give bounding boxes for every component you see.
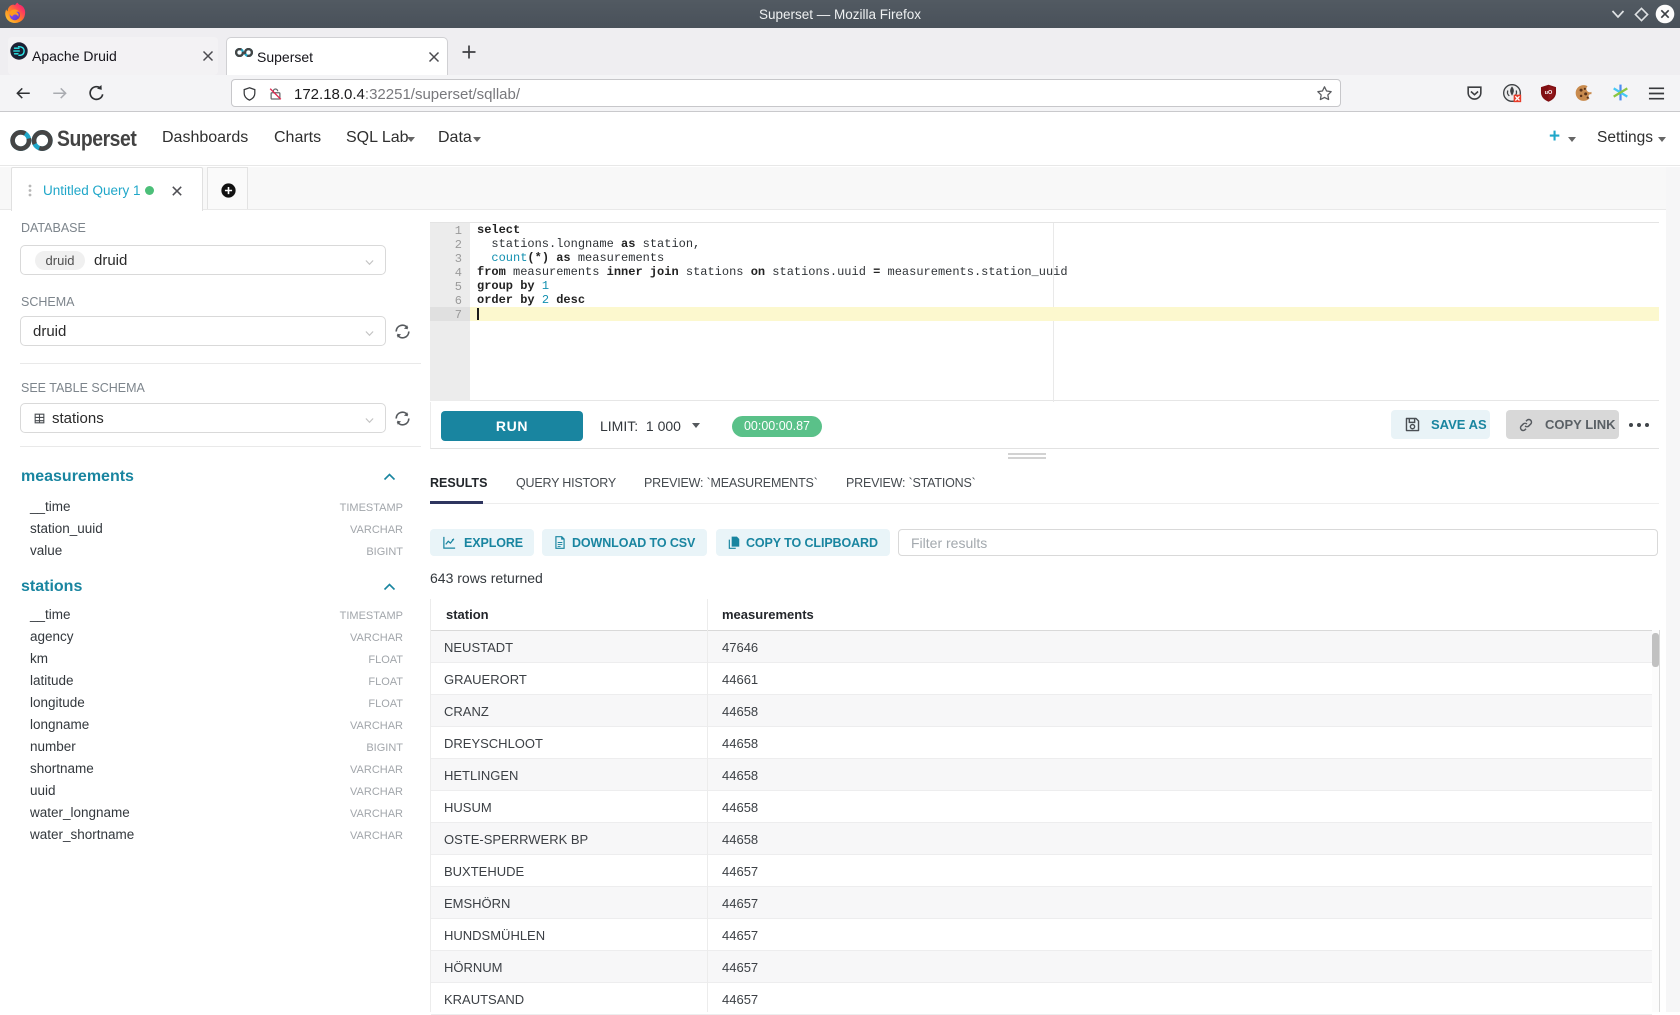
svg-text:uO: uO (1545, 90, 1553, 96)
